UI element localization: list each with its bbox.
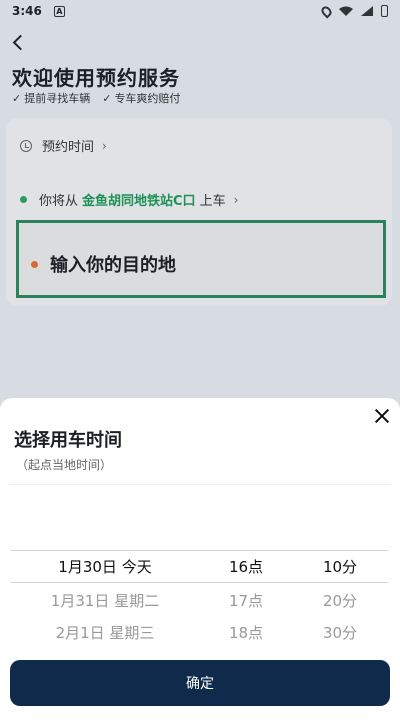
date-option[interactable]: 1月31日 星期二 [30,590,180,611]
hour-option-selected[interactable]: 16点 [198,556,294,577]
hour-option[interactable]: 18点 [198,622,294,643]
minute-option[interactable]: 30分 [300,622,380,643]
date-option-selected[interactable]: 1月30日 今天 [30,556,180,577]
picker-selection-line [10,582,388,583]
sheet-title: 选择用车时间 [14,430,122,451]
sheet-subtitle: （起点当地时间） [16,458,113,472]
minute-option[interactable]: 20分 [300,590,380,611]
divider [10,484,390,485]
minute-option-selected[interactable]: 10分 [300,556,380,577]
time-picker-sheet: 选择用车时间 （起点当地时间） 1月30日 今天 1月31日 星期二 2月1日 … [0,398,400,720]
close-button[interactable] [372,406,392,426]
confirm-button[interactable]: 确定 [10,660,390,706]
picker-selection-line [10,550,388,551]
date-option[interactable]: 2月1日 星期三 [30,622,180,643]
hour-option[interactable]: 17点 [198,590,294,611]
